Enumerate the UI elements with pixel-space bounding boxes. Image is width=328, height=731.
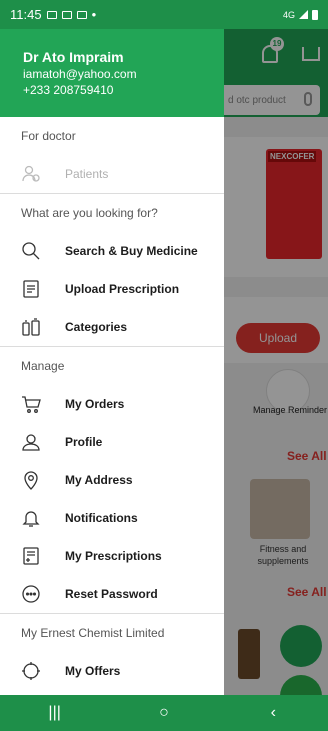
user-phone: +233 208759410 <box>23 83 114 97</box>
menu-item-notifications[interactable]: Notifications <box>0 499 224 537</box>
accessibility-icon <box>76 10 87 19</box>
cart-icon <box>20 393 42 415</box>
password-icon <box>20 583 42 605</box>
menu-label: My Prescriptions <box>65 549 162 563</box>
menu-item-my-address[interactable]: My Address <box>0 461 224 499</box>
menu-label: Reset Password <box>65 587 158 601</box>
categories-icon <box>20 316 42 338</box>
menu-label: Patients <box>65 167 109 181</box>
menu-item-my-prescriptions[interactable]: My Prescriptions <box>0 537 224 575</box>
status-time: 11:45 <box>10 7 42 22</box>
network-label: 4G <box>282 9 295 20</box>
signal-icon <box>299 10 308 19</box>
menu-item-categories[interactable]: Categories <box>0 308 224 346</box>
section-title-looking-for: What are you looking for? <box>21 206 158 220</box>
menu-label: Notifications <box>65 511 138 525</box>
location-icon <box>20 469 42 491</box>
menu-label: Profile <box>65 435 103 449</box>
search-icon <box>20 240 42 262</box>
patients-icon <box>20 163 42 185</box>
section-title-doctor: For doctor <box>21 129 76 143</box>
menu-item-my-orders[interactable]: My Orders <box>0 385 224 423</box>
mail-icon <box>46 10 57 19</box>
menu-item-my-offers[interactable]: My Offers <box>0 652 224 690</box>
menu-label: My Offers <box>65 664 121 678</box>
menu-item-search-buy[interactable]: Search & Buy Medicine <box>0 232 224 270</box>
drawer-header: Dr Ato Impraim iamatoh@yahoo.com +233 20… <box>0 29 224 117</box>
section-title-manage: Manage <box>21 359 65 373</box>
recents-button[interactable]: ||| <box>35 704 75 722</box>
status-bar: 11:45 • 4G <box>0 0 328 29</box>
prescriptions-icon <box>20 545 42 567</box>
user-name: Dr Ato Impraim <box>23 49 124 65</box>
offers-icon <box>20 660 42 682</box>
menu-label: Search & Buy Medicine <box>65 244 198 258</box>
menu-label: My Orders <box>65 397 125 411</box>
back-button[interactable]: ‹ <box>253 704 293 722</box>
profile-icon <box>20 431 42 453</box>
notification-dot: • <box>91 7 97 22</box>
navigation-drawer: Dr Ato Impraim iamatoh@yahoo.com +233 20… <box>0 29 224 695</box>
menu-item-patients[interactable]: Patients <box>0 155 224 193</box>
user-email: iamatoh@yahoo.com <box>23 67 137 81</box>
menu-label: Categories <box>65 320 128 334</box>
prescription-icon <box>20 278 42 300</box>
menu-item-profile[interactable]: Profile <box>0 423 224 461</box>
menu-item-reset-password[interactable]: Reset Password <box>0 575 224 613</box>
menu-item-upload-prescription[interactable]: Upload Prescription <box>0 270 224 308</box>
gallery-icon <box>61 10 72 19</box>
menu-label: Upload Prescription <box>65 282 180 296</box>
home-button[interactable]: ○ <box>144 704 184 722</box>
battery-icon <box>312 9 318 20</box>
bell-icon <box>20 507 42 529</box>
system-nav-bar: ||| ○ ‹ <box>0 695 328 731</box>
section-title-company: My Ernest Chemist Limited <box>21 626 165 640</box>
menu-label: My Address <box>65 473 133 487</box>
